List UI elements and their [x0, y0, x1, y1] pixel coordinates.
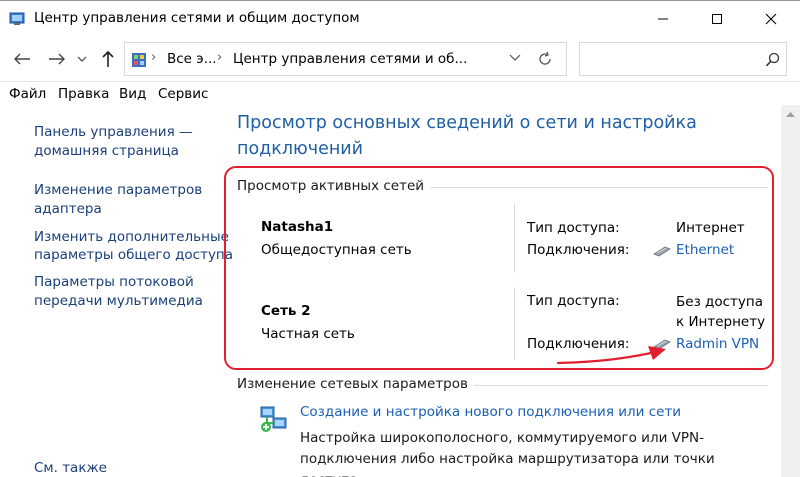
ethernet-connection-link[interactable]: Ethernet: [676, 240, 734, 260]
network-profile-link[interactable]: Частная сеть: [261, 326, 355, 342]
close-button[interactable]: [748, 1, 794, 37]
search-input[interactable]: [579, 42, 787, 76]
sidebar-link-line[interactable]: Панель управления —: [34, 122, 193, 142]
page-title: Просмотр основных сведений о сети и наст…: [237, 113, 697, 159]
scroll-up-icon[interactable]: [786, 111, 795, 117]
maximize-button[interactable]: [694, 1, 740, 37]
network-name: Natasha1: [261, 219, 334, 235]
window-title: Центр управления сетями и общим доступом: [34, 10, 360, 26]
vertical-scrollbar[interactable]: [781, 105, 800, 477]
access-type-value: Без доступа к Интернету: [676, 294, 766, 330]
connections-label: Подключения:: [527, 242, 630, 258]
breadcrumb-separator: ›: [151, 50, 157, 65]
address-bar[interactable]: › Все э... › Центр управления сетями и о…: [124, 42, 567, 76]
sidebar-link-line[interactable]: Параметры потоковой: [34, 272, 194, 292]
menu-edit[interactable]: Правка: [58, 86, 109, 102]
menu-bar: Файл Правка Вид Сервис: [0, 83, 800, 105]
new-connection-icon: [260, 406, 287, 432]
chevron-down-icon: [77, 56, 87, 62]
sidebar-link-line[interactable]: Изменить дополнительные: [34, 227, 229, 247]
title-bar: Центр управления сетями и общим доступом: [0, 0, 800, 36]
change-settings-heading: Изменение сетевых параметров: [237, 376, 474, 392]
breadcrumb-separator: ›: [217, 50, 223, 65]
network-profile-link[interactable]: Общедоступная сеть: [261, 242, 412, 258]
back-button[interactable]: [11, 49, 33, 69]
minimize-button[interactable]: [640, 1, 686, 37]
search-icon: [765, 52, 780, 67]
network-name: Сеть 2: [261, 303, 311, 319]
address-dropdown-button[interactable]: [509, 51, 525, 67]
refresh-button[interactable]: [537, 51, 555, 69]
close-icon: [765, 13, 777, 25]
recent-locations-button[interactable]: [75, 49, 89, 69]
menu-file[interactable]: Файл: [9, 86, 46, 102]
access-type-label: Тип доступа:: [527, 220, 620, 236]
annotation-arrow: [556, 346, 666, 365]
control-panel-icon: [132, 53, 146, 67]
network-center-icon: [9, 12, 25, 25]
ethernet-icon: [653, 246, 671, 257]
sidebar-link-line[interactable]: Изменение параметров: [34, 180, 202, 200]
minimize-icon: [658, 18, 668, 20]
chevron-down-icon: [509, 54, 521, 61]
forward-arrow-icon: [49, 53, 65, 65]
see-also-heading: См. также: [34, 460, 107, 476]
back-arrow-icon: [14, 53, 30, 65]
sidebar-link-line[interactable]: адаптера: [34, 199, 102, 219]
forward-button[interactable]: [46, 49, 68, 69]
new-connection-link[interactable]: Создание и настройка нового подключения …: [300, 404, 681, 420]
refresh-icon: [539, 51, 551, 65]
up-arrow-icon: [102, 50, 114, 67]
navigation-bar: › Все э... › Центр управления сетями и о…: [0, 36, 800, 82]
divider: [514, 287, 515, 360]
breadcrumb-network-center[interactable]: Центр управления сетями и об...: [233, 51, 467, 67]
divider: [514, 203, 515, 273]
up-button[interactable]: [97, 49, 119, 69]
access-type-label: Тип доступа:: [527, 293, 620, 309]
maximize-icon: [712, 14, 722, 24]
sidebar-link-line[interactable]: параметры общего доступа: [34, 245, 233, 265]
menu-view[interactable]: Вид: [119, 86, 146, 102]
new-connection-description: Настройка широкополосного, коммутируемог…: [300, 430, 715, 477]
radmin-vpn-connection-link[interactable]: Radmin VPN: [676, 334, 759, 354]
sidebar-link-line[interactable]: передачи мультимедиа: [34, 291, 203, 311]
menu-tools[interactable]: Сервис: [158, 86, 208, 102]
breadcrumb-all-items[interactable]: Все э...: [167, 51, 217, 67]
sidebar-link-line[interactable]: домашняя страница: [34, 141, 179, 161]
access-type-value: Интернет: [676, 220, 745, 236]
